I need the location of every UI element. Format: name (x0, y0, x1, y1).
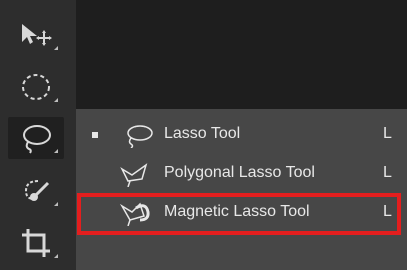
elliptical-marquee-icon (22, 74, 50, 100)
tool-group-indicator (54, 149, 58, 153)
lasso-tools-flyout-menu: Lasso Tool L Polygonal Lasso Tool L Magn… (76, 109, 407, 270)
marquee-tool[interactable] (8, 66, 64, 108)
quick-selection-tool[interactable] (8, 170, 64, 212)
highlight-annotation-box (77, 193, 401, 235)
canvas-area (76, 0, 407, 109)
menu-item-lasso-tool[interactable]: Lasso Tool L (76, 117, 407, 153)
tool-group-indicator (54, 46, 58, 50)
tool-group-indicator (54, 202, 58, 206)
menu-item-label: Polygonal Lasso Tool (164, 164, 315, 181)
selected-indicator (92, 132, 98, 138)
lasso-icon (23, 125, 51, 154)
crop-tool[interactable] (8, 222, 64, 264)
tool-group-indicator (54, 98, 58, 102)
menu-item-label: Lasso Tool (164, 125, 241, 142)
quick-selection-icon (24, 180, 50, 201)
tool-group-indicator (54, 254, 58, 258)
menu-item-shortcut: L (383, 125, 392, 142)
move-tool[interactable] (8, 14, 64, 56)
tools-panel (0, 0, 76, 270)
menu-item-polygonal-lasso-tool[interactable]: Polygonal Lasso Tool L (76, 156, 407, 192)
polygonal-lasso-icon (120, 163, 148, 187)
lasso-tool[interactable] (8, 117, 64, 159)
crop-icon (22, 229, 50, 257)
menu-item-shortcut: L (383, 164, 392, 181)
lasso-icon (127, 125, 153, 148)
move-icon (22, 24, 52, 46)
